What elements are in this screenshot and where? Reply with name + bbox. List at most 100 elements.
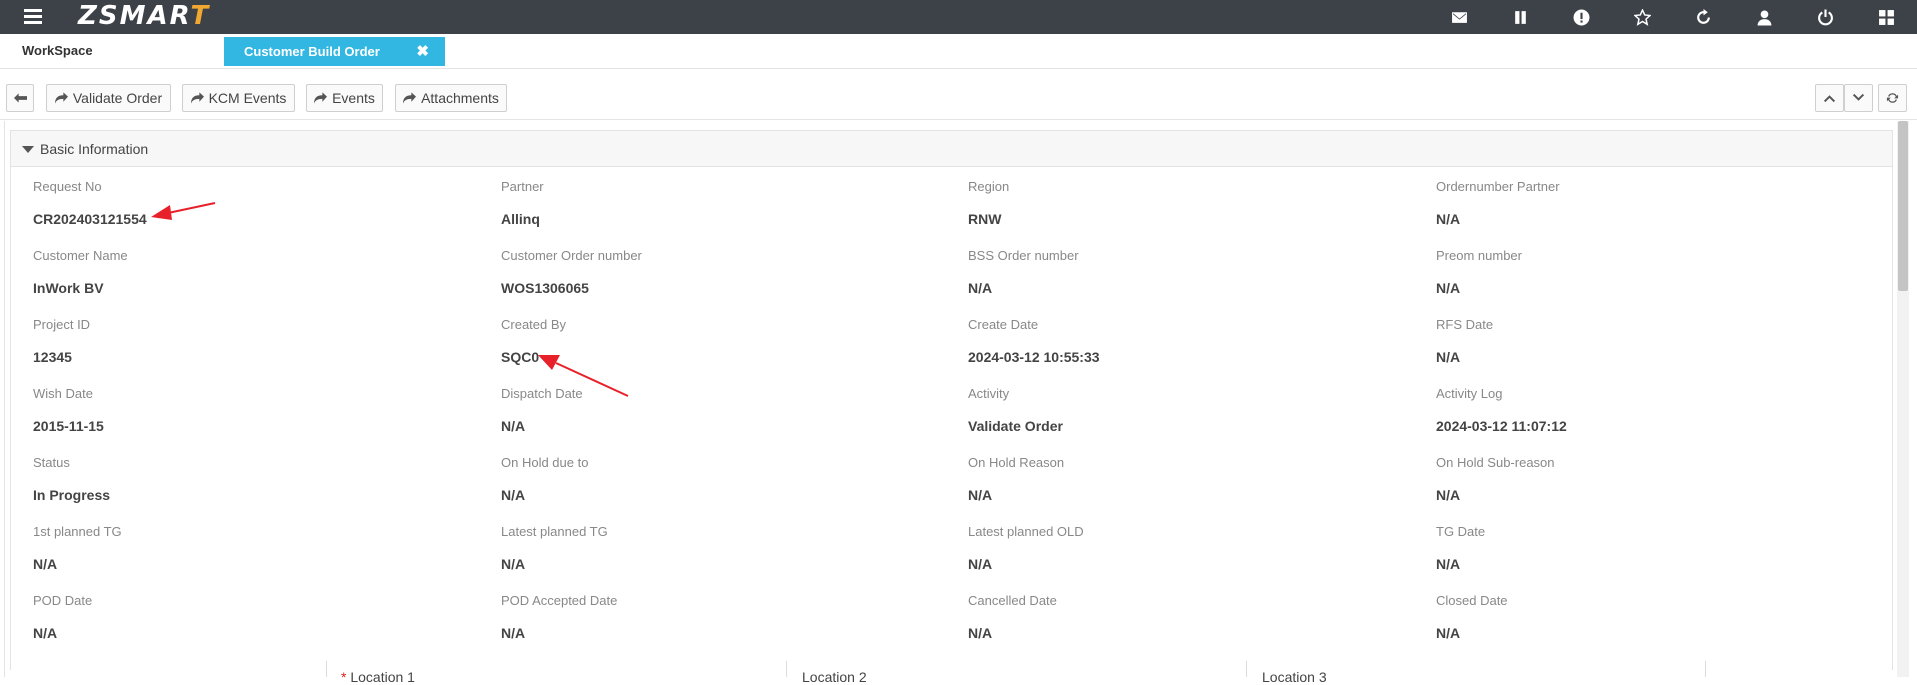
on-hold-reason-value: N/A bbox=[968, 487, 993, 503]
latest-planned-tg-label: Latest planned TG bbox=[501, 524, 608, 539]
chevron-up-icon bbox=[1823, 95, 1836, 103]
activity-label: Activity bbox=[968, 386, 1010, 401]
tab-customer-build-order[interactable]: Customer Build Order ✖ bbox=[224, 37, 445, 66]
create-date-value: 2024-03-12 10:55:33 bbox=[968, 349, 1100, 365]
pod-date-label: POD Date bbox=[33, 593, 93, 608]
attachments-label: Attachments bbox=[421, 90, 499, 106]
location-1-label: Location 1 bbox=[350, 669, 415, 685]
tab-label: Customer Build Order bbox=[244, 44, 380, 59]
pod-accepted-date-label: POD Accepted Date bbox=[501, 593, 618, 608]
reload-button[interactable] bbox=[1878, 84, 1907, 112]
activity-log-value: 2024-03-12 11:07:12 bbox=[1436, 418, 1567, 434]
star-icon[interactable] bbox=[1612, 0, 1673, 34]
status-label: Status bbox=[33, 455, 70, 470]
share-arrow-icon bbox=[190, 92, 204, 104]
power-icon[interactable] bbox=[1795, 0, 1856, 34]
status-value: In Progress bbox=[33, 487, 111, 503]
share-arrow-icon bbox=[403, 92, 417, 104]
on-hold-sub-reason-label: On Hold Sub-reason bbox=[1436, 455, 1555, 470]
kcm-events-button[interactable]: KCM Events bbox=[182, 84, 295, 112]
partner-value: Allinq bbox=[501, 211, 540, 227]
location-divider bbox=[1246, 661, 1247, 677]
on-hold-due-to-label: On Hold due to bbox=[501, 455, 589, 470]
created-by-label: Created By bbox=[501, 317, 567, 332]
refresh-icon[interactable] bbox=[1673, 0, 1734, 34]
region-label: Region bbox=[968, 179, 1010, 194]
preom-number-value: N/A bbox=[1436, 280, 1461, 296]
latest-planned-old-value: N/A bbox=[968, 556, 993, 572]
activity-log-label: Activity Log bbox=[1436, 386, 1503, 401]
location-divider bbox=[786, 661, 787, 677]
caret-down-icon bbox=[22, 146, 34, 153]
sync-icon bbox=[1886, 93, 1899, 103]
scroll-down-button[interactable] bbox=[1844, 84, 1873, 112]
chevron-down-icon bbox=[1852, 93, 1865, 101]
user-icon[interactable] bbox=[1734, 0, 1795, 34]
grid-icon[interactable] bbox=[1856, 0, 1917, 34]
1st-planned-tg-label: 1st planned TG bbox=[33, 524, 122, 539]
latest-planned-old-label: Latest planned OLD bbox=[968, 524, 1084, 539]
location-divider bbox=[326, 661, 327, 677]
project-id-value: 12345 bbox=[33, 349, 72, 365]
validate-order-label: Validate Order bbox=[72, 90, 163, 106]
top-navigation-bar: ZSMART bbox=[0, 0, 1917, 34]
basic-information-header[interactable]: Basic Information bbox=[11, 131, 1892, 167]
close-tab-icon[interactable]: ✖ bbox=[416, 42, 429, 60]
project-id-label: Project ID bbox=[33, 317, 91, 332]
customer-order-number-value: WOS1306065 bbox=[501, 280, 589, 296]
validate-order-button[interactable]: Validate Order bbox=[46, 84, 171, 112]
cancelled-date-label: Cancelled Date bbox=[968, 593, 1057, 608]
share-arrow-icon bbox=[54, 92, 68, 104]
tab-workspace[interactable]: WorkSpace bbox=[22, 43, 93, 58]
latest-planned-tg-value: N/A bbox=[501, 556, 526, 572]
wish-date-label: Wish Date bbox=[33, 386, 93, 401]
ordernumber-partner-value: N/A bbox=[1436, 211, 1461, 227]
mail-icon[interactable] bbox=[1429, 0, 1490, 34]
ordernumber-partner-label: Ordernumber Partner bbox=[1436, 179, 1560, 194]
attachments-button[interactable]: Attachments bbox=[395, 84, 507, 112]
panel-title: Basic Information bbox=[40, 141, 149, 157]
location-3-label: Location 3 bbox=[1262, 669, 1327, 685]
on-hold-reason-label: On Hold Reason bbox=[968, 455, 1065, 470]
pod-accepted-date-value: N/A bbox=[501, 625, 526, 641]
hamburger-menu-icon[interactable] bbox=[24, 6, 42, 26]
1st-planned-tg-value: N/A bbox=[33, 556, 58, 572]
toolbar-divider bbox=[0, 119, 1917, 120]
scrollbar-thumb[interactable] bbox=[1898, 121, 1908, 291]
on-hold-sub-reason-value: N/A bbox=[1436, 487, 1461, 503]
vertical-scrollbar[interactable] bbox=[1897, 121, 1909, 677]
pod-date-value: N/A bbox=[33, 625, 58, 641]
share-arrow-icon bbox=[314, 92, 328, 104]
cancelled-date-value: N/A bbox=[968, 625, 993, 641]
customer-order-number-label: Customer Order number bbox=[501, 248, 642, 263]
request-no-label: Request No bbox=[33, 179, 102, 194]
bss-order-number-value: N/A bbox=[968, 280, 993, 296]
pause-icon[interactable] bbox=[1490, 0, 1551, 34]
create-date-label: Create Date bbox=[968, 317, 1039, 332]
app-logo: ZSMART bbox=[78, 1, 211, 31]
created-by-value: SQC0 bbox=[501, 349, 540, 365]
dispatch-date-label: Dispatch Date bbox=[501, 386, 583, 401]
basic-information-panel: Basic Information bbox=[10, 130, 1893, 670]
tab-bar: WorkSpace Customer Build Order ✖ bbox=[0, 34, 1917, 69]
customer-name-value: InWork BV bbox=[33, 280, 104, 296]
action-toolbar: Validate Order KCM Events Events Attachm… bbox=[0, 80, 1917, 117]
back-button[interactable] bbox=[6, 84, 34, 112]
location-3-tab[interactable]: Location 3 bbox=[1262, 669, 1327, 685]
rfs-date-value: N/A bbox=[1436, 349, 1461, 365]
alert-icon[interactable] bbox=[1551, 0, 1612, 34]
request-no-value: CR202403121554 bbox=[33, 211, 147, 227]
closed-date-label: Closed Date bbox=[1436, 593, 1508, 608]
arrow-left-icon bbox=[13, 93, 27, 103]
wish-date-value: 2015-11-15 bbox=[33, 418, 104, 434]
scroll-up-button[interactable] bbox=[1815, 84, 1844, 112]
kcm-events-label: KCM Events bbox=[208, 90, 287, 106]
location-2-tab[interactable]: Location 2 bbox=[802, 669, 867, 685]
events-button[interactable]: Events bbox=[306, 84, 383, 112]
activity-value: Validate Order bbox=[968, 418, 1063, 434]
bss-order-number-label: BSS Order number bbox=[968, 248, 1079, 263]
preom-number-label: Preom number bbox=[1436, 248, 1522, 263]
location-1-tab[interactable]: * Location 1 bbox=[341, 669, 415, 685]
partner-label: Partner bbox=[501, 179, 544, 194]
required-mark: * bbox=[341, 669, 347, 685]
